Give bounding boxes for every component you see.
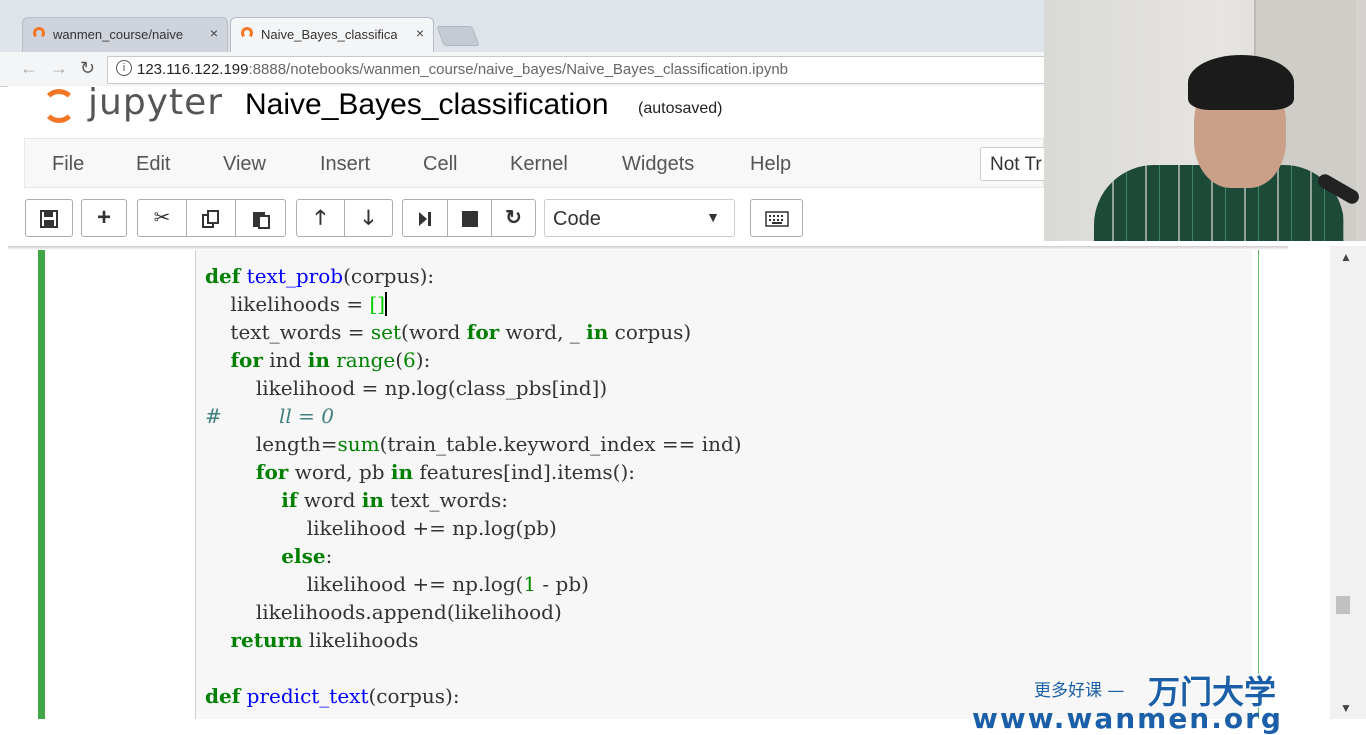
new-tab-button[interactable] — [436, 26, 480, 46]
menu-widgets[interactable]: Widgets — [622, 153, 694, 176]
forward-icon[interactable]: → — [50, 58, 68, 79]
close-tab-icon[interactable]: × — [416, 25, 424, 41]
run-icon — [419, 211, 431, 226]
move-down-button[interactable]: 🡓 — [344, 199, 393, 237]
move-up-icon: 🡑 — [315, 207, 326, 229]
add-icon: + — [96, 204, 111, 231]
menu-help[interactable]: Help — [750, 153, 791, 176]
menu-kernel[interactable]: Kernel — [510, 153, 568, 176]
notebook-title[interactable]: Naive_Bayes_classification — [245, 88, 609, 122]
scrollbar-thumb[interactable] — [1336, 596, 1350, 614]
stop-icon — [461, 210, 478, 227]
keyboard-icon — [764, 210, 789, 227]
cell-type-value: Code — [553, 208, 601, 230]
cut-button[interactable]: ✂ — [137, 199, 187, 237]
insert-cell-button[interactable]: + — [81, 199, 127, 237]
code-editor[interactable]: def text_prob(corpus): likelihoods = [] … — [205, 262, 742, 710]
menu-insert[interactable]: Insert — [320, 153, 370, 176]
paste-icon — [252, 211, 270, 229]
close-tab-icon[interactable]: × — [210, 25, 218, 41]
jupyter-header: jupyter Naive_Bayes_classification (auto… — [8, 82, 1044, 138]
scroll-down-icon[interactable]: ▼ — [1340, 701, 1352, 715]
watermark-slogan: 更多好课 — — [1034, 681, 1125, 701]
menu-view[interactable]: View — [223, 153, 266, 176]
menu-file[interactable]: File — [52, 153, 84, 176]
copy-icon — [202, 209, 219, 228]
paste-button[interactable] — [235, 199, 286, 237]
save-icon — [40, 209, 58, 228]
run-button[interactable] — [402, 199, 448, 237]
browser-tab-1[interactable]: wanmen_course/naive × — [22, 17, 228, 52]
jupyter-favicon-icon — [241, 27, 253, 39]
webcam-person-hair — [1188, 55, 1294, 110]
command-palette-button[interactable] — [750, 199, 803, 237]
info-icon[interactable]: i — [116, 60, 132, 76]
browser-tab-2[interactable]: Naive_Bayes_classificat × — [230, 17, 434, 52]
menu-edit[interactable]: Edit — [136, 153, 170, 176]
chevron-down-icon: ▼ — [706, 209, 720, 225]
tab-label: Naive_Bayes_classificat — [261, 27, 397, 42]
notebook-toolbar: + ✂ 🡑 🡓 ↻ Code ▼ — [8, 188, 1044, 246]
save-status: (autosaved) — [638, 100, 723, 117]
scroll-up-icon[interactable]: ▲ — [1340, 250, 1352, 264]
save-button[interactable] — [25, 199, 73, 237]
cell-edit-indicator — [38, 250, 45, 719]
move-down-icon: 🡓 — [363, 207, 374, 229]
back-icon[interactable]: ← — [20, 58, 38, 79]
jupyter-logo-icon[interactable] — [42, 89, 76, 123]
jupyter-logo-text[interactable]: jupyter — [88, 82, 223, 123]
menu-bar: File Edit View Insert Cell Kernel Widget… — [24, 138, 1060, 188]
interrupt-button[interactable] — [447, 199, 492, 237]
cut-icon: ✂ — [153, 207, 171, 229]
url-input[interactable]: i 123.116.122.199:8888/notebooks/wanmen_… — [107, 56, 1054, 84]
copy-button[interactable] — [186, 199, 236, 237]
cell-type-select[interactable]: Code ▼ — [544, 199, 735, 237]
menu-cell[interactable]: Cell — [423, 153, 457, 176]
page-scrollbar[interactable]: ▲ ▼ — [1330, 246, 1366, 719]
reload-icon[interactable]: ↻ — [80, 58, 95, 79]
url-path: :8888/notebooks/wanmen_course/naive_baye… — [248, 61, 789, 78]
notebook-container: def text_prob(corpus): likelihoods = [] … — [8, 250, 1288, 719]
watermark: 更多好课 — 万门大学 — [1034, 673, 1276, 711]
jupyter-favicon-icon — [33, 27, 45, 39]
restart-icon: ↻ — [505, 207, 522, 229]
webcam-video-overlay — [1044, 0, 1366, 241]
url-host: 123.116.122.199 — [137, 61, 249, 78]
restart-button[interactable]: ↻ — [491, 199, 536, 237]
browser-tab-bar: wanmen_course/naive × Naive_Bayes_classi… — [0, 0, 1044, 52]
tab-label: wanmen_course/naive — [53, 27, 184, 42]
move-up-button[interactable]: 🡑 — [296, 199, 345, 237]
